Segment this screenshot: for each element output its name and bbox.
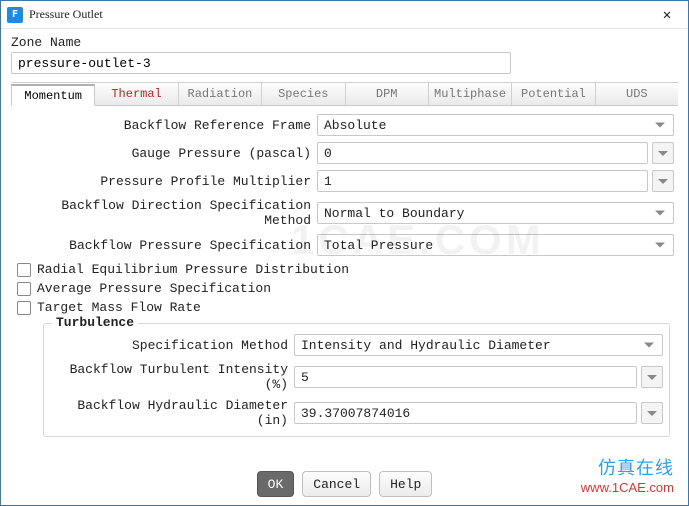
- tab-momentum[interactable]: Momentum: [11, 84, 95, 106]
- tab-thermal[interactable]: Thermal: [95, 83, 178, 105]
- turb-intensity-value: 5: [301, 370, 309, 385]
- zone-name-input[interactable]: [11, 52, 511, 74]
- chevron-down-icon: [655, 243, 665, 248]
- ppm-input[interactable]: 1: [317, 170, 648, 192]
- turb-hd-options[interactable]: [641, 402, 663, 424]
- turb-spec-select[interactable]: Intensity and Hydraulic Diameter: [294, 334, 663, 356]
- gauge-pressure-options[interactable]: [652, 142, 674, 164]
- turb-hd-value: 39.37007874016: [301, 406, 410, 421]
- tab-multiphase[interactable]: Multiphase: [429, 83, 512, 105]
- turb-intensity-options[interactable]: [641, 366, 663, 388]
- gauge-pressure-value: 0: [324, 146, 332, 161]
- avg-label: Average Pressure Specification: [37, 281, 271, 296]
- target-checkbox[interactable]: [17, 301, 31, 315]
- dir-spec-value: Normal to Boundary: [324, 206, 464, 221]
- help-button[interactable]: Help: [379, 471, 432, 497]
- tab-potential[interactable]: Potential: [512, 83, 595, 105]
- ppm-options[interactable]: [652, 170, 674, 192]
- bps-select[interactable]: Total Pressure: [317, 234, 674, 256]
- tab-bar: Momentum Thermal Radiation Species DPM M…: [11, 82, 678, 106]
- gauge-pressure-input[interactable]: 0: [317, 142, 648, 164]
- target-label: Target Mass Flow Rate: [37, 300, 201, 315]
- chevron-down-icon: [658, 151, 668, 156]
- ok-button[interactable]: OK: [257, 471, 295, 497]
- turb-spec-label: Specification Method: [50, 338, 294, 353]
- bps-label: Backflow Pressure Specification: [15, 238, 317, 253]
- radial-label: Radial Equilibrium Pressure Distribution: [37, 262, 349, 277]
- zone-name-label: Zone Name: [11, 35, 678, 50]
- turb-spec-value: Intensity and Hydraulic Diameter: [301, 338, 551, 353]
- chevron-down-icon: [647, 411, 657, 416]
- radial-checkbox[interactable]: [17, 263, 31, 277]
- ppm-label: Pressure Profile Multiplier: [15, 174, 317, 189]
- titlebar: F Pressure Outlet ✕: [1, 1, 688, 29]
- turb-hd-label: Backflow Hydraulic Diameter (in): [50, 398, 294, 428]
- dir-spec-select[interactable]: Normal to Boundary: [317, 202, 674, 224]
- turb-intensity-label: Backflow Turbulent Intensity (%): [50, 362, 294, 392]
- tab-radiation[interactable]: Radiation: [179, 83, 262, 105]
- bps-value: Total Pressure: [324, 238, 433, 253]
- chevron-down-icon: [658, 179, 668, 184]
- chevron-down-icon: [644, 343, 654, 348]
- chevron-down-icon: [647, 375, 657, 380]
- app-icon: F: [7, 7, 23, 23]
- chevron-down-icon: [655, 211, 665, 216]
- ppm-value: 1: [324, 174, 332, 189]
- cancel-button[interactable]: Cancel: [302, 471, 371, 497]
- ref-frame-label: Backflow Reference Frame: [15, 118, 317, 133]
- ref-frame-select[interactable]: Absolute: [317, 114, 674, 136]
- tab-dpm[interactable]: DPM: [346, 83, 429, 105]
- window-title: Pressure Outlet: [29, 7, 652, 22]
- tab-species[interactable]: Species: [262, 83, 345, 105]
- turb-intensity-input[interactable]: 5: [294, 366, 637, 388]
- turb-hd-input[interactable]: 39.37007874016: [294, 402, 637, 424]
- turbulence-group: Turbulence Specification Method Intensit…: [43, 323, 670, 437]
- turbulence-title: Turbulence: [52, 315, 138, 330]
- chevron-down-icon: [655, 123, 665, 128]
- gauge-pressure-label: Gauge Pressure (pascal): [15, 146, 317, 161]
- dir-spec-label: Backflow Direction Specification Method: [15, 198, 317, 228]
- ref-frame-value: Absolute: [324, 118, 386, 133]
- tab-uds[interactable]: UDS: [596, 83, 678, 105]
- close-button[interactable]: ✕: [652, 7, 682, 23]
- avg-checkbox[interactable]: [17, 282, 31, 296]
